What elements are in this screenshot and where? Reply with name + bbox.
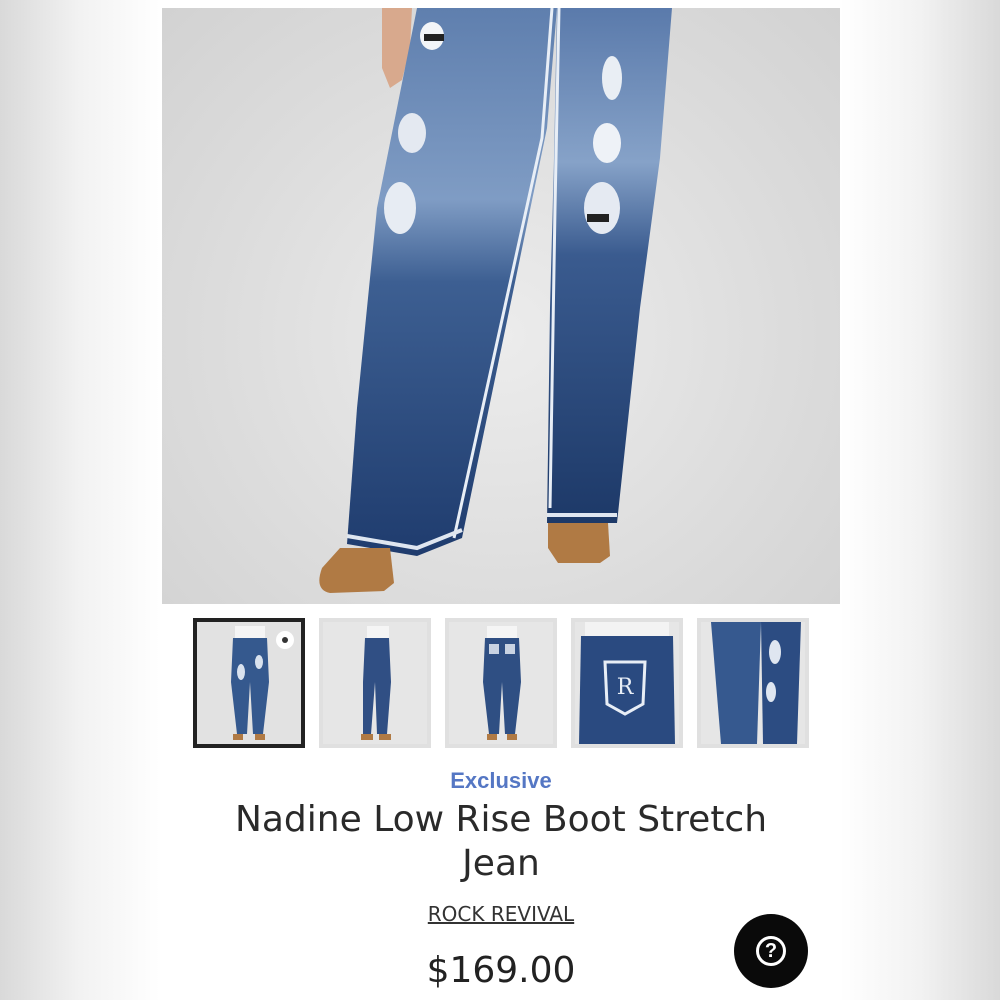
product-title: Nadine Low Rise Boot Stretch Jean [234,799,768,884]
svg-text:R: R [617,675,635,700]
thumbnail-side[interactable] [319,618,431,748]
brand-link[interactable]: ROCK REVIVAL [162,902,840,926]
product-page: R Exclusive Nadine Low Rise Boot Stretch… [162,0,840,1000]
main-product-image[interactable] [162,8,840,604]
thumbnail-pocket-detail[interactable]: R [571,618,683,748]
exclusive-badge: Exclusive [450,768,552,793]
jeans-front-view-image [319,8,672,593]
thumbnail-front[interactable] [193,618,305,748]
thumbnail-leg-detail[interactable] [697,618,809,748]
thumbnail-back[interactable] [445,618,557,748]
thumbnail-strip: R [193,618,811,748]
question-icon: ? [756,936,786,966]
help-button[interactable]: ? [734,914,808,988]
